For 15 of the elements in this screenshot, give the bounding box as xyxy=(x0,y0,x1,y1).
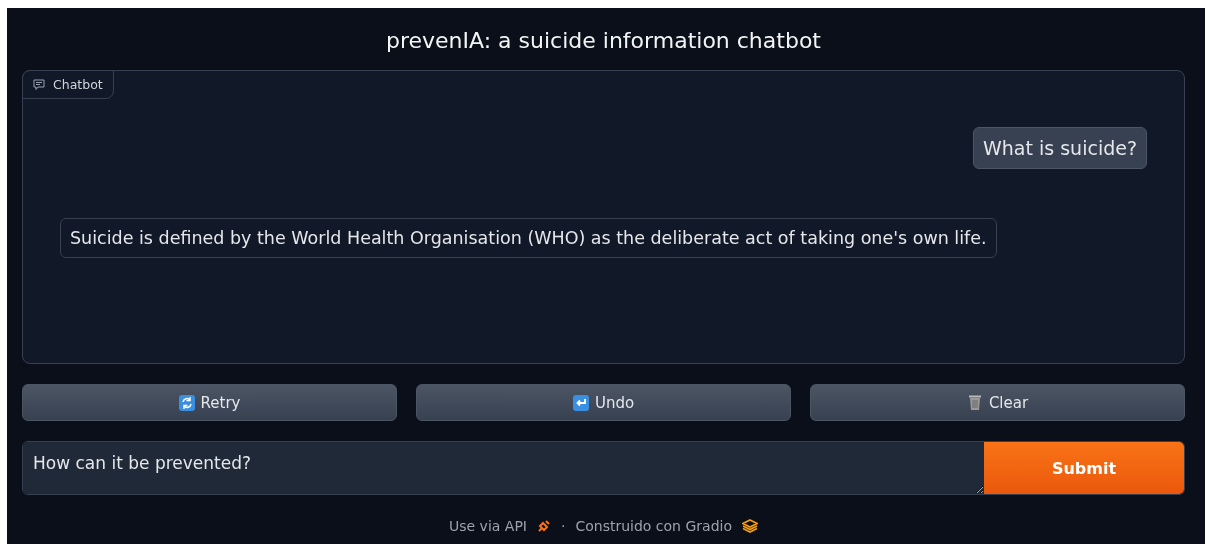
plug-icon xyxy=(537,519,551,533)
bot-message: Suicide is defined by the World Health Organisation (WHO) as the deliberate act of taking one's own life. xyxy=(60,218,997,258)
undo-button[interactable]: Undo xyxy=(416,384,791,421)
retry-button[interactable]: Retry xyxy=(22,384,397,421)
separator: · xyxy=(561,518,566,534)
chatbot-label: Chatbot xyxy=(22,70,114,99)
user-message: What is suicide? xyxy=(973,127,1147,169)
gradio-link[interactable]: Construido con Gradio xyxy=(575,518,758,534)
refresh-icon xyxy=(178,394,195,411)
api-link[interactable]: Use via API xyxy=(449,518,551,534)
layers-logo xyxy=(741,519,758,533)
page-title: prevenIA: a suicide information chatbot xyxy=(385,27,822,55)
clear-button[interactable]: Clear xyxy=(810,384,1185,421)
trash-icon xyxy=(966,394,983,411)
chat-bubble-icon xyxy=(33,78,45,91)
